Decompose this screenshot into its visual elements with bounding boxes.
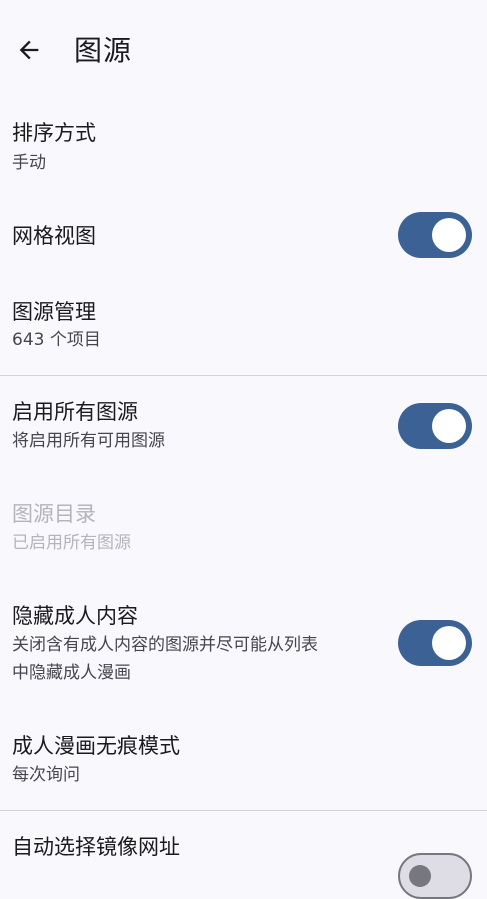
- top-app-bar: 图源: [0, 0, 487, 104]
- setting-title: 图源目录: [12, 502, 96, 526]
- setting-subtitle: 已启用所有图源: [12, 533, 131, 553]
- setting-title: 图源管理: [12, 300, 96, 324]
- setting-title: 排序方式: [12, 121, 96, 145]
- source-directory-setting: 图源目录 已启用所有图源: [0, 478, 487, 582]
- toggle-knob: [409, 865, 431, 887]
- setting-title: 启用所有图源: [12, 400, 138, 424]
- setting-subtitle: 每次询问: [12, 765, 80, 785]
- setting-subtitle-line1: 关闭含有成人内容的图源并尽可能从列表: [12, 635, 318, 655]
- toggle-knob: [432, 218, 466, 252]
- enable-all-sources-toggle[interactable]: [398, 403, 472, 449]
- adult-incognito-mode-setting[interactable]: 成人漫画无痕模式 每次询问: [0, 704, 487, 810]
- source-management-setting[interactable]: 图源管理 643 个项目: [0, 288, 487, 375]
- setting-subtitle: 手动: [12, 153, 46, 173]
- setting-subtitle: 643 个项目: [12, 330, 101, 350]
- setting-title: 成人漫画无痕模式: [12, 734, 180, 758]
- page-title: 图源: [74, 34, 133, 67]
- setting-title: 自动选择镜像网址: [12, 835, 180, 859]
- toggle-knob: [432, 626, 466, 660]
- enable-all-sources-setting[interactable]: 启用所有图源 将启用所有可用图源: [0, 376, 487, 478]
- sort-order-setting[interactable]: 排序方式 手动: [0, 104, 487, 184]
- setting-subtitle-line2: 中隐藏成人漫画: [12, 663, 131, 683]
- setting-title: 网格视图: [12, 224, 96, 248]
- toggle-knob: [432, 409, 466, 443]
- auto-select-mirror-toggle[interactable]: [398, 853, 472, 899]
- setting-subtitle: 将启用所有可用图源: [12, 431, 165, 451]
- setting-title: 隐藏成人内容: [12, 604, 138, 628]
- arrow-left-icon: [19, 40, 39, 60]
- back-button[interactable]: [8, 28, 50, 72]
- grid-view-toggle[interactable]: [398, 212, 472, 258]
- hide-adult-content-toggle[interactable]: [398, 620, 472, 666]
- grid-view-setting[interactable]: 网格视图: [0, 184, 487, 288]
- hide-adult-content-setting[interactable]: 隐藏成人内容 关闭含有成人内容的图源并尽可能从列表 中隐藏成人漫画: [0, 582, 487, 704]
- auto-select-mirror-setting[interactable]: 自动选择镜像网址: [0, 811, 487, 899]
